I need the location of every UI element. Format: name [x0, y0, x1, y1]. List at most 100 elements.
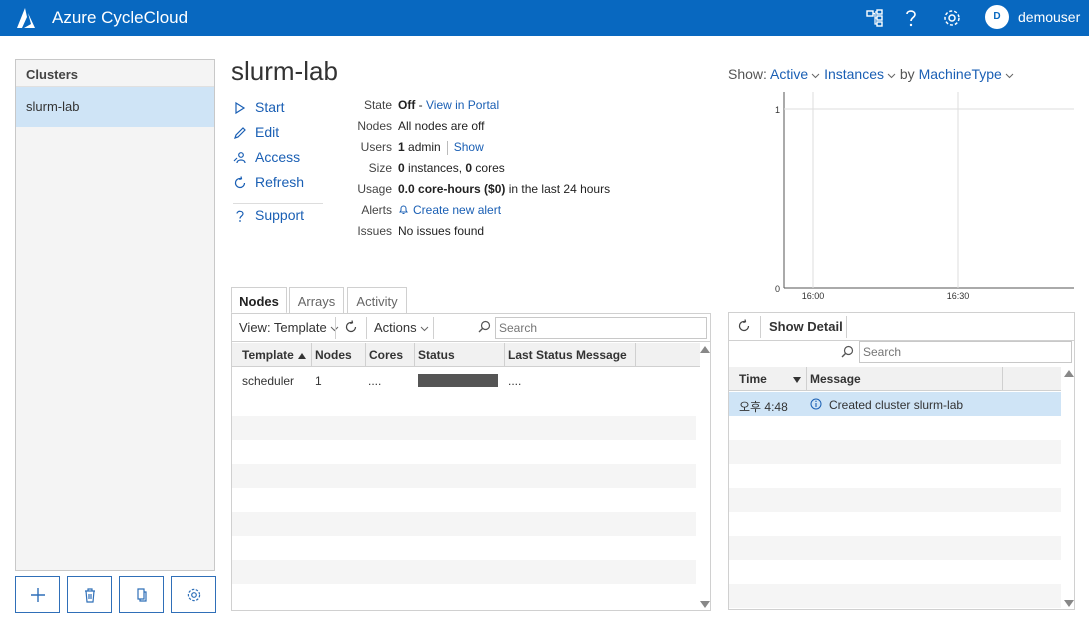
size-label: Size — [368, 161, 392, 175]
refresh-icon[interactable] — [344, 320, 358, 334]
nodes-search-input[interactable] — [495, 317, 707, 339]
copy-icon — [137, 588, 147, 602]
col-time[interactable]: Time — [729, 367, 807, 391]
empty-row — [729, 536, 1061, 560]
empty-row — [232, 416, 696, 440]
nodes-label: Nodes — [357, 119, 392, 133]
instances-filter-label: Instances — [824, 66, 884, 82]
start-label: Start — [255, 99, 285, 115]
help-icon[interactable] — [900, 7, 922, 29]
nodes-toolbar: View: Template Actions — [232, 314, 710, 342]
users-count: 1 — [398, 140, 405, 154]
view-in-portal-link[interactable]: View in Portal — [426, 98, 499, 112]
refresh-icon[interactable] — [737, 319, 751, 333]
tab-nodes[interactable]: Nodes — [231, 287, 287, 314]
show-prefix: Show: — [728, 66, 767, 82]
copy-cluster-button[interactable] — [119, 576, 164, 613]
question-icon — [236, 210, 244, 222]
chevron-down-icon — [1005, 73, 1014, 79]
search-icon — [841, 345, 854, 358]
cluster-settings-button[interactable] — [171, 576, 216, 613]
activity-log-panel: Show Detail Time Message 오후 4:48 Created… — [728, 312, 1075, 610]
users-separator — [446, 140, 448, 155]
machinetype-filter-dropdown[interactable]: MachineType — [919, 66, 1014, 82]
create-alert-label: Create new alert — [413, 203, 502, 217]
cluster-title: slurm-lab — [231, 56, 338, 86]
empty-row — [729, 584, 1061, 608]
active-filter-dropdown[interactable]: Active — [770, 66, 820, 82]
state-value: Off — [398, 98, 416, 112]
pencil-icon — [234, 127, 246, 139]
size-cores-text: cores — [472, 161, 505, 175]
actions-dropdown[interactable]: Actions — [374, 320, 429, 335]
nodes-panel: View: Template Actions Template Nodes Co… — [231, 313, 711, 611]
users-show-link[interactable]: Show — [454, 140, 484, 154]
clusters-panel: Clusters slurm-lab — [15, 59, 215, 571]
delete-cluster-button[interactable] — [67, 576, 112, 613]
table-row[interactable]: scheduler 1 .... .... — [232, 368, 696, 392]
instances-filter-dropdown[interactable]: Instances — [824, 66, 896, 82]
avatar[interactable]: D — [985, 5, 1009, 29]
y-tick-label: 1 — [775, 105, 780, 115]
col-template[interactable]: Template — [232, 343, 312, 367]
log-grid-header: Time Message — [729, 367, 1061, 391]
add-cluster-button[interactable] — [15, 576, 60, 613]
clusters-header: Clusters — [16, 60, 214, 87]
show-detail-button[interactable]: Show Detail — [769, 319, 843, 334]
view-template-dropdown[interactable]: View: Template — [239, 320, 339, 335]
empty-row — [729, 440, 1061, 464]
toolbar-divider — [335, 317, 336, 339]
empty-row — [232, 560, 696, 584]
info-icon — [810, 398, 822, 410]
scroll-up-arrow[interactable] — [1064, 370, 1074, 377]
log-time: 오후 4:48 — [739, 400, 788, 414]
col-status[interactable]: Status — [415, 343, 505, 367]
col-cores[interactable]: Cores — [366, 343, 415, 367]
username[interactable]: demouser — [1018, 9, 1080, 25]
by-label: by — [899, 66, 915, 82]
usage-value: 0.0 core-hours ($0) — [398, 182, 506, 196]
cluster-item-slurm-lab[interactable]: slurm-lab — [16, 87, 214, 127]
delete-icon — [85, 588, 95, 603]
create-alert-link[interactable]: Create new alert — [398, 203, 501, 217]
issues-label: Issues — [357, 224, 392, 238]
cell-template: scheduler — [242, 374, 295, 388]
settings-icon[interactable] — [941, 7, 963, 29]
app-title[interactable]: Azure CycleCloud — [52, 8, 188, 28]
tab-arrays[interactable]: Arrays — [289, 287, 344, 314]
users-label: Users — [360, 140, 392, 154]
cell-last-status-message: .... — [508, 374, 522, 388]
col-last-status-message[interactable]: Last Status Message — [505, 343, 636, 367]
search-icon — [478, 320, 491, 333]
col-nodes[interactable]: Nodes — [312, 343, 366, 367]
status-bar — [418, 374, 498, 387]
x-tick-label: 16:30 — [947, 291, 970, 301]
col-message[interactable]: Message — [807, 367, 1003, 391]
settings-icon — [187, 588, 201, 602]
alerts-label: Alerts — [361, 203, 392, 217]
edit-label: Edit — [255, 124, 280, 140]
scroll-down-arrow[interactable] — [700, 601, 710, 608]
view-template-label: View: Template — [239, 320, 327, 335]
nodes-grid-header: Template Nodes Cores Status Last Status … — [232, 343, 700, 367]
log-search-input[interactable] — [859, 341, 1072, 363]
log-row[interactable]: 오후 4:48 Created cluster slurm-lab — [729, 392, 1061, 416]
state-label: State — [363, 98, 392, 112]
y-tick-label: 0 — [775, 284, 780, 294]
sort-asc-icon — [297, 353, 306, 359]
play-icon — [235, 101, 246, 115]
nodes-icon[interactable] — [864, 7, 886, 29]
bell-icon — [399, 205, 408, 214]
chevron-down-icon — [811, 73, 820, 79]
usage-label: Usage — [357, 182, 392, 196]
scroll-up-arrow[interactable] — [700, 346, 710, 353]
state-separator: - — [415, 98, 426, 112]
toolbar-divider — [760, 316, 761, 338]
cell-nodes: 1 — [315, 374, 322, 388]
scroll-down-arrow[interactable] — [1064, 600, 1074, 607]
tab-activity[interactable]: Activity — [347, 287, 407, 314]
x-tick-label: 16:00 — [802, 291, 825, 301]
users-text: admin — [404, 140, 441, 154]
azure-logo-icon — [17, 8, 35, 28]
actions-label: Actions — [374, 320, 417, 335]
